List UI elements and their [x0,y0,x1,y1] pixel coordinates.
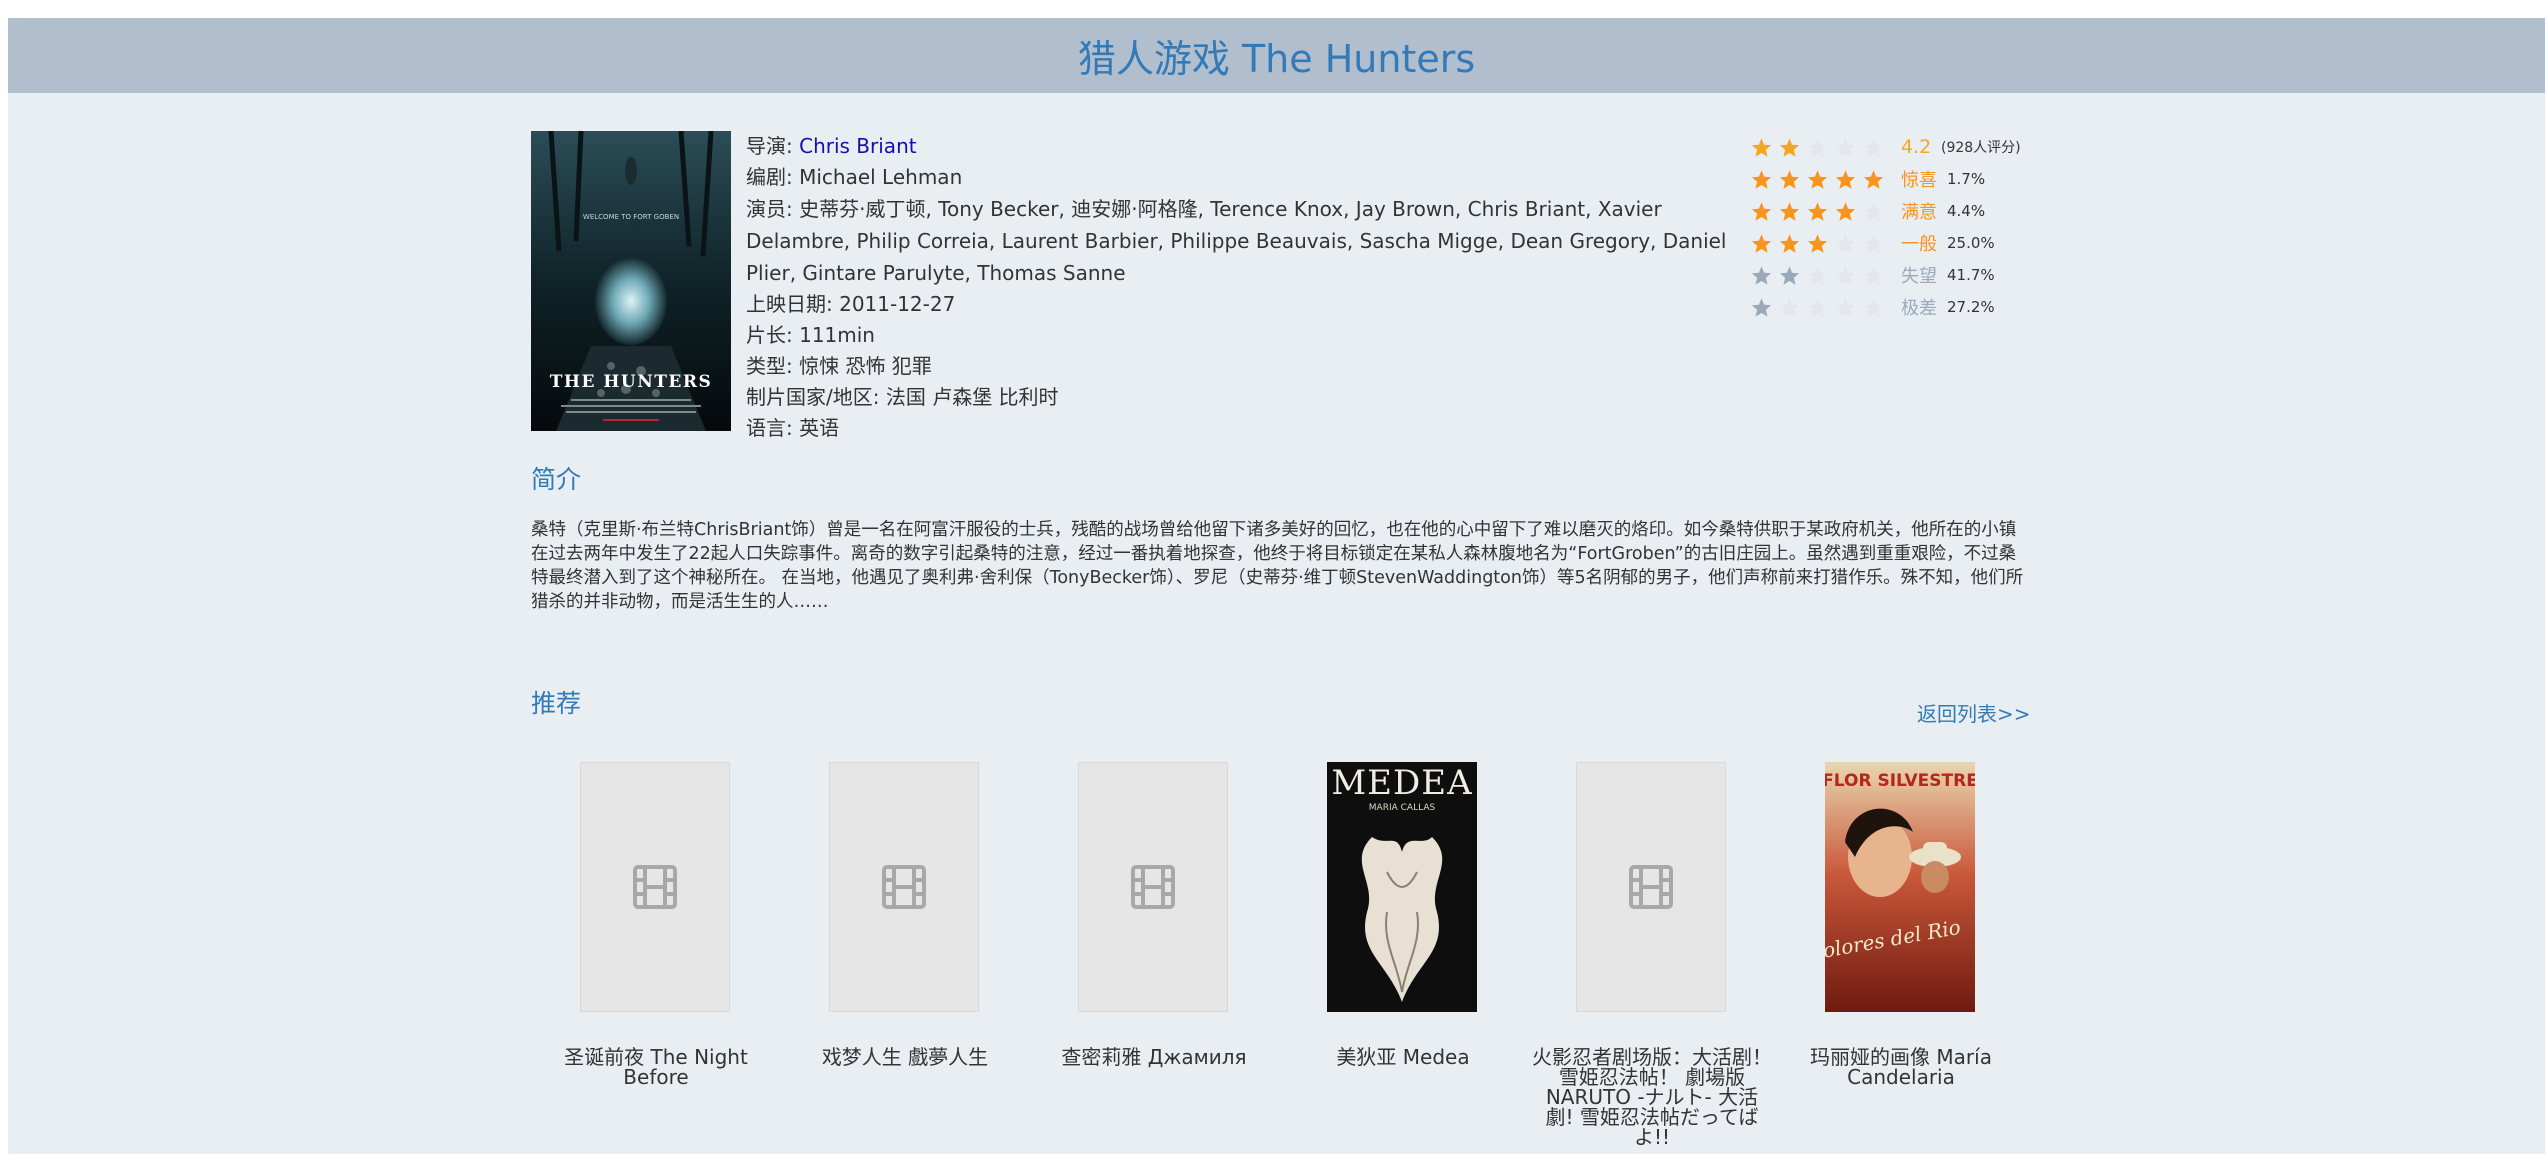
director-label: 导演: [746,134,800,158]
director-row: 导演: Chris Briant [746,131,1746,162]
poster-top-text: MEDEA [1331,763,1472,803]
rating-row-stars [1751,297,1901,318]
star-empty-icon [1807,265,1828,285]
rating-row-stars [1751,201,1901,222]
star-empty-icon [1779,297,1800,317]
rating-row: 失望 41.7% [1751,259,2051,291]
star-filled-icon [1807,233,1828,253]
synopsis-heading: 简介 [531,465,582,494]
star-empty-icon [1863,297,1884,317]
movie-poster: WELCOME TO FORT GOBEN THE HUNTERS [531,130,731,431]
star-filled-icon [1835,169,1856,189]
language-row: 语言: 英语 [746,416,840,440]
rating-summary-stars [1751,137,1901,158]
poster-image: FLOR SILVESTREDolores del Rio [1825,762,1975,1012]
recommend-thumb-placeholder[interactable] [829,762,979,1012]
rating-row: 满意 4.4% [1751,195,2051,227]
star-empty-icon [1835,137,1856,157]
page-header: 猎人游戏 The Hunters [8,18,2545,93]
rating-row-label: 一般 [1901,234,1937,255]
star-filled-icon [1863,169,1884,189]
rating-row-label: 满意 [1901,202,1937,223]
recommend-thumb-poster[interactable]: FLOR SILVESTRE Dolores del Rio [1825,762,1975,1012]
rating-row-stars [1751,233,1901,254]
star-filled-icon [1779,137,1800,157]
back-to-list-link[interactable]: 返回列表>> [1917,698,2031,727]
rating-row-percent: 4.4% [1947,202,1986,220]
genre-row: 类型: 惊悚 恐怖 犯罪 [746,354,932,378]
page-title: 猎人游戏 The Hunters [1077,37,1476,81]
poster-top-text: FLOR SILVESTRE [1825,771,1975,791]
star-filled-icon [1779,233,1800,253]
rating-row: 惊喜 1.7% [1751,163,2051,195]
rating-row-label: 惊喜 [1901,170,1937,191]
rating-row-stars [1751,265,1901,286]
release-row: 上映日期: 2011-12-27 [746,292,956,316]
star-empty-icon [1863,201,1884,221]
rating-row-percent: 25.0% [1947,234,1995,252]
recommend-heading: 推荐 [531,689,582,718]
star-empty-icon [1835,265,1856,285]
star-filled-icon [1835,201,1856,221]
star-empty-icon [1835,233,1856,253]
writer-row: 编剧: Michael Lehman [746,165,963,189]
rating-row: 一般 25.0% [1751,227,2051,259]
rating-votes: (928人评分) [1941,140,2021,156]
rating-row-label: 失望 [1901,266,1937,287]
star-filled-icon [1751,265,1772,285]
rating-row-percent: 27.2% [1947,298,1995,316]
star-filled-icon [1779,201,1800,221]
star-empty-icon [1863,265,1884,285]
film-icon [882,865,926,909]
star-filled-icon [1751,201,1772,221]
film-icon [1131,865,1175,909]
star-filled-icon [1751,233,1772,253]
star-filled-icon [1807,169,1828,189]
star-empty-icon [1835,297,1856,317]
poster-sub-text: MARIA CALLAS [1369,803,1436,813]
recommend-thumb-placeholder[interactable] [580,762,730,1012]
rating-row: 极差 27.2% [1751,291,2051,323]
runtime-row: 片长: 111min [746,323,875,347]
star-filled-icon [1807,201,1828,221]
recommend-thumb-poster[interactable]: MEDEA MARIA CALLAS [1327,762,1477,1012]
cast-row: 演员: 史蒂芬·威丁顿, Tony Becker, 迪安娜·阿格隆, Teren… [746,197,1727,285]
recommend-thumb-placeholder[interactable] [1078,762,1228,1012]
star-filled-icon [1779,169,1800,189]
star-filled-icon [1751,297,1772,317]
synopsis-text: 桑特（克里斯·布兰特ChrisBriant饰）曾是一名在阿富汗服役的士兵，残酷的… [531,520,2024,612]
rating-row-stars [1751,169,1901,190]
star-filled-icon [1751,169,1772,189]
star-filled-icon [1779,265,1800,285]
recommend-title[interactable]: 查密莉雅 Джамиля [1034,1047,1274,1067]
rating-row-label: 极差 [1901,298,1937,319]
poster-title: THE HUNTERS [550,372,713,392]
star-empty-icon [1863,137,1884,157]
star-empty-icon [1807,297,1828,317]
rating-score: 4.2 [1901,136,1932,158]
film-icon [633,865,677,909]
rating-summary: 4.2 (928人评分) [1751,131,2051,163]
rating-row-percent: 1.7% [1947,170,1986,188]
star-empty-icon [1807,137,1828,157]
rating-row-percent: 41.7% [1947,266,1995,284]
film-icon [1629,865,1673,909]
poster-image: MEDEAMARIA CALLAS [1327,762,1477,1012]
movie-info: 导演: Chris Briant 编剧: Michael Lehman 演员: … [746,131,1746,444]
poster-image: WELCOME TO FORT GOBEN THE HUNTERS [531,130,731,431]
recommend-title[interactable]: 圣诞前夜 The Night Before [536,1047,776,1087]
recommend-title[interactable]: 玛丽娅的画像 María Candelaria [1781,1047,2021,1087]
country-row: 制片国家/地区: 法国 卢森堡 比利时 [746,385,1059,409]
star-empty-icon [1863,233,1884,253]
star-filled-icon [1751,137,1772,157]
recommend-title[interactable]: 美狄亚 Medea [1283,1047,1523,1067]
recommend-title[interactable]: 火影忍者剧场版：大活剧！雪姫忍法帖！ 劇場版 NARUTO -ナルト- 大活劇!… [1532,1047,1772,1147]
poster-tagline: WELCOME TO FORT GOBEN [583,213,679,221]
rating-breakdown: 惊喜 1.7% 满意 4.4% 一般 25.0% 失望 41.7% 极差 27.2% [1751,163,2051,323]
rating-panel: 4.2 (928人评分) 惊喜 1.7% 满意 4.4% 一般 25.0% 失望 41.7% 极… [1751,131,2051,323]
director-link[interactable]: Chris Briant [799,134,916,158]
recommend-title[interactable]: 戏梦人生 戲夢人生 [785,1047,1025,1067]
recommend-thumb-placeholder[interactable] [1576,762,1726,1012]
